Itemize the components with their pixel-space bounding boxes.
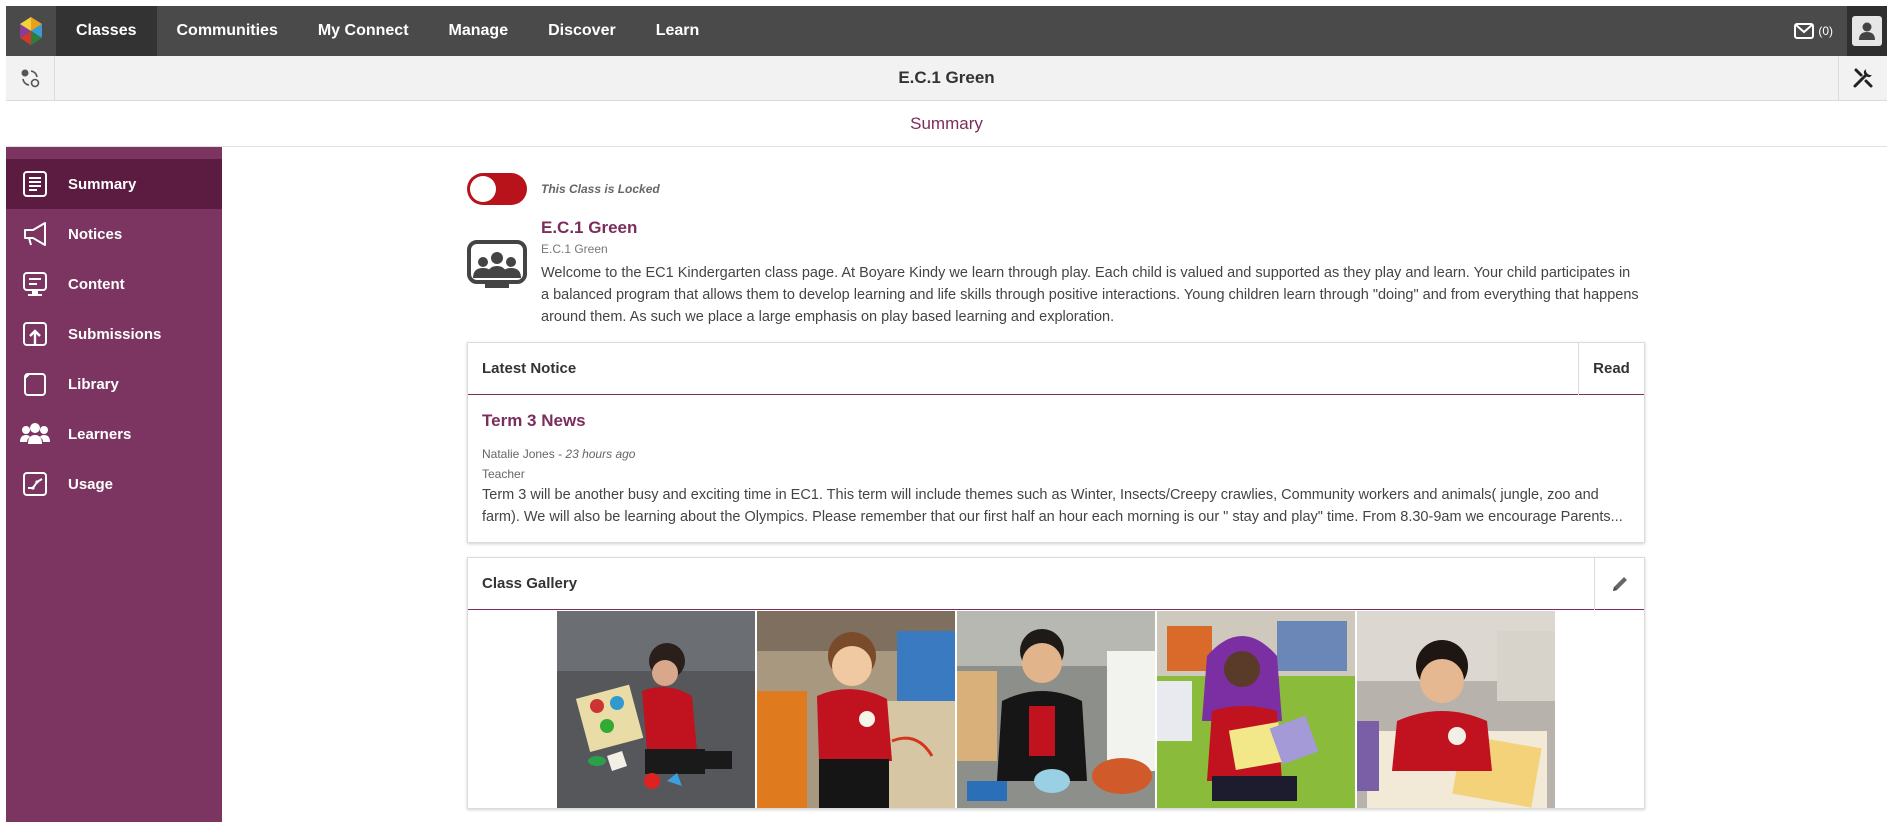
content-icon	[20, 269, 50, 299]
class-description: Welcome to the EC1 Kindergarten class pa…	[541, 265, 1639, 325]
latest-notice-title: Latest Notice	[482, 360, 577, 377]
latest-notice-header: Latest Notice Read	[468, 342, 1644, 395]
sidebar-item-learners[interactable]: Learners	[6, 409, 222, 459]
mail-count: (0)	[1818, 24, 1833, 38]
gallery-photo-4[interactable]	[1157, 611, 1355, 808]
gallery-photos	[468, 610, 1644, 808]
lock-status-label: This Class is Locked	[541, 182, 660, 196]
summary-icon	[20, 169, 50, 199]
app-logo[interactable]	[6, 6, 56, 56]
notice-author-role: Teacher	[482, 467, 525, 481]
notice-author: Natalie Jones	[482, 447, 555, 461]
notice-title[interactable]: Term 3 News	[482, 411, 1630, 431]
usage-chart-icon	[20, 469, 50, 499]
class-name: E.C.1 Green	[541, 218, 638, 237]
notice-separator: -	[558, 447, 563, 461]
sidebar-item-label: Learners	[68, 425, 132, 443]
settings-tools-button[interactable]	[1838, 55, 1887, 101]
latest-notice-card: Latest Notice Read Term 3 News Natalie J…	[467, 342, 1645, 543]
notice-body: Term 3 News Natalie Jones - 23 hours ago…	[468, 395, 1644, 542]
megaphone-icon	[20, 219, 50, 249]
read-notice-button[interactable]: Read	[1578, 342, 1644, 395]
profile-button[interactable]	[1847, 6, 1887, 56]
sidebar-item-library[interactable]: Library	[6, 359, 222, 409]
logo-icon	[20, 17, 42, 45]
learners-icon	[20, 419, 50, 449]
sidebar-item-content[interactable]: Content	[6, 259, 222, 309]
class-switch-icon	[21, 69, 40, 88]
class-title: E.C.1 Green	[898, 68, 995, 87]
class-text: E.C.1 Green E.C.1 Green Welcome to the E…	[541, 218, 1645, 328]
upload-icon	[20, 319, 50, 349]
sidebar-item-usage[interactable]: Usage	[6, 459, 222, 509]
nav-manage[interactable]: Manage	[429, 6, 529, 56]
nav-discover[interactable]: Discover	[528, 6, 636, 56]
section-title: Summary	[6, 102, 1887, 147]
notice-text: Term 3 will be another busy and exciting…	[482, 487, 1623, 525]
class-gallery-header: Class Gallery	[468, 557, 1644, 610]
toggle-knob	[470, 176, 496, 202]
sidebar-item-label: Summary	[68, 175, 137, 193]
class-gallery-title: Class Gallery	[482, 575, 578, 592]
class-code: E.C.1 Green	[541, 242, 608, 256]
class-lock-toggle[interactable]	[467, 173, 527, 205]
gallery-photo-2[interactable]	[757, 611, 955, 808]
nav-classes[interactable]: Classes	[56, 6, 157, 56]
sidebar-item-label: Library	[68, 375, 119, 393]
sidebar-item-label: Notices	[68, 225, 123, 243]
library-icon	[20, 369, 50, 399]
sidebar-item-label: Usage	[68, 475, 114, 493]
gallery-photo-1[interactable]	[557, 611, 755, 808]
sidebar-item-submissions[interactable]: Submissions	[6, 309, 222, 359]
class-info: E.C.1 Green E.C.1 Green Welcome to the E…	[467, 218, 1645, 328]
nav-communities[interactable]: Communities	[157, 6, 298, 56]
gallery-photo-3[interactable]	[957, 611, 1155, 808]
notice-meta: Natalie Jones - 23 hours ago	[482, 447, 1630, 461]
nav-learn[interactable]: Learn	[636, 6, 720, 56]
main-content: This Class is Locked E.C.1 Green E.C.1 G…	[467, 170, 1645, 809]
class-gallery-card: Class Gallery	[467, 557, 1645, 809]
edit-gallery-button[interactable]	[1594, 557, 1644, 610]
class-switch-button[interactable]	[6, 55, 55, 101]
nav-my-connect[interactable]: My Connect	[298, 6, 429, 56]
mail-button[interactable]: (0)	[1780, 6, 1847, 56]
sidebar-item-summary[interactable]: Summary	[6, 159, 222, 209]
sidebar-item-notices[interactable]: Notices	[6, 209, 222, 259]
sidebar: Summary Notices Content Submissions Libr…	[6, 147, 222, 822]
class-group-icon	[467, 240, 527, 300]
pencil-icon	[1612, 576, 1627, 591]
notice-time: 23 hours ago	[565, 447, 636, 461]
lock-row: This Class is Locked	[467, 170, 1645, 208]
top-navigation: Classes Communities My Connect Manage Di…	[6, 6, 1887, 56]
tools-icon	[1853, 68, 1873, 88]
gallery-photo-5[interactable]	[1357, 611, 1555, 808]
mail-icon	[1794, 23, 1815, 39]
class-title-bar: E.C.1 Green	[6, 55, 1887, 101]
sidebar-item-label: Content	[68, 275, 125, 293]
sidebar-item-label: Submissions	[68, 325, 162, 343]
user-icon	[1852, 16, 1882, 46]
